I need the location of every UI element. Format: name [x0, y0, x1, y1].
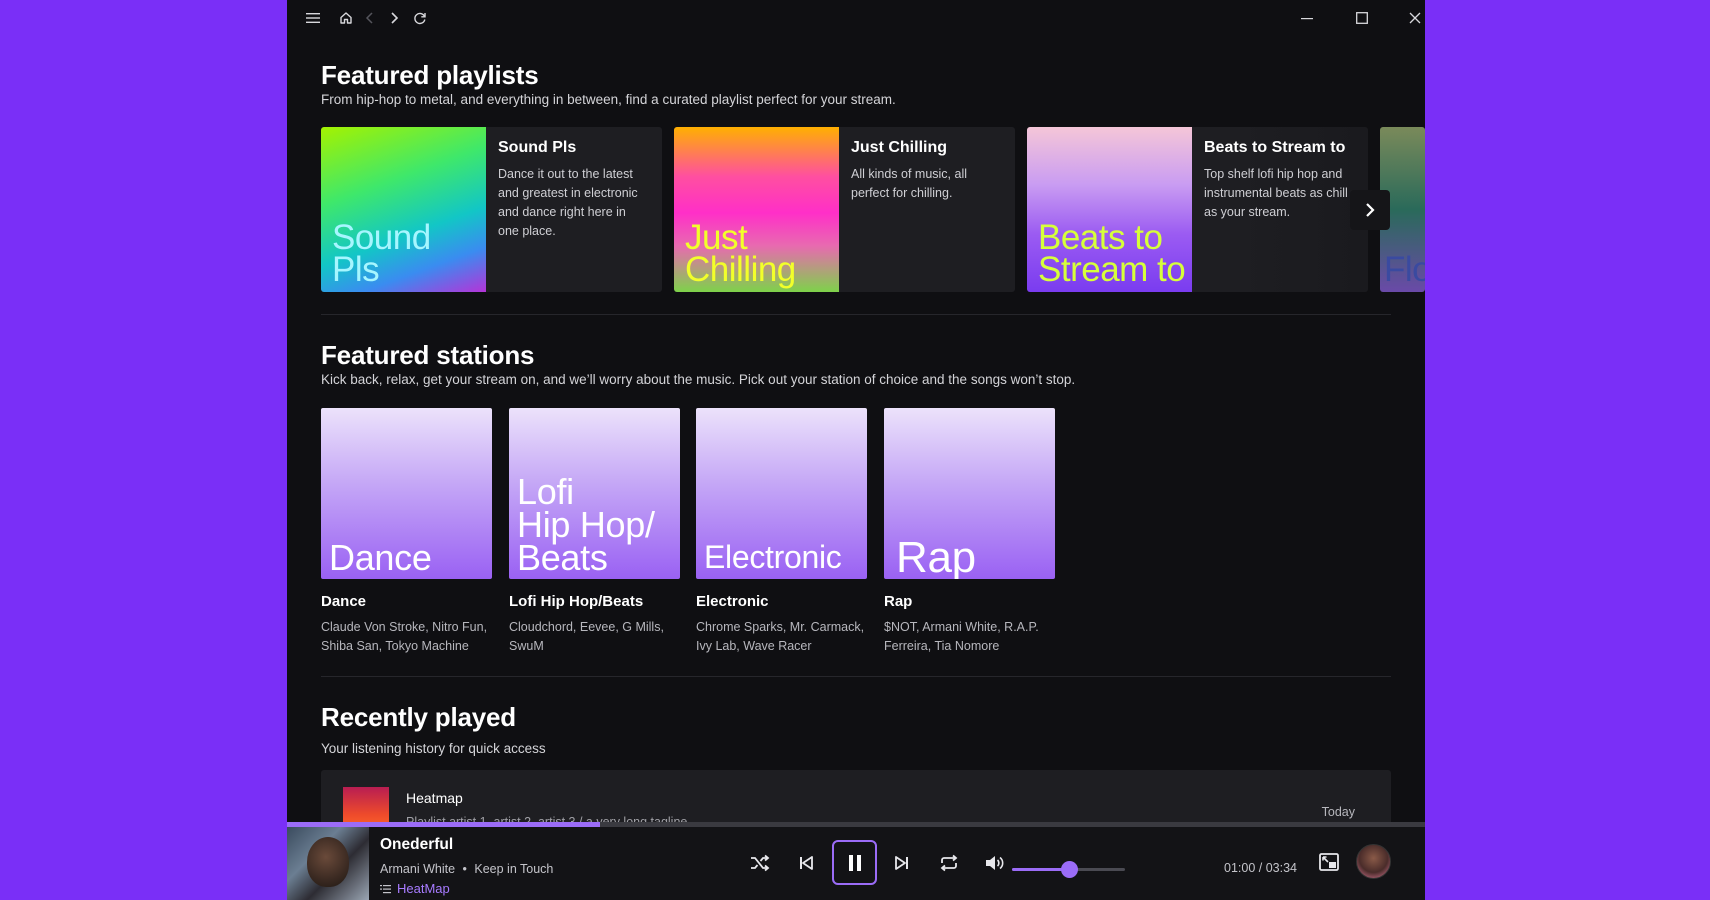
playlist-art: Just Chilling	[674, 127, 839, 292]
previous-track-icon[interactable]	[784, 841, 828, 885]
station-card[interactable]: Rap Rap $NOT, Armani White, R.A.P. Ferre…	[884, 408, 1055, 656]
maximize-icon[interactable]	[1342, 4, 1382, 32]
close-icon[interactable]	[1395, 4, 1425, 32]
volume-slider-handle[interactable]	[1060, 861, 1078, 878]
station-art: Dance	[321, 408, 492, 579]
queue-list-icon	[380, 884, 391, 893]
station-title: Lofi Hip Hop/Beats	[509, 593, 644, 610]
shuffle-icon[interactable]	[738, 841, 782, 885]
station-artists: Cloudchord, Eevee, G Mills, SwuM	[509, 620, 664, 653]
album-art[interactable]	[287, 827, 369, 900]
featured-playlists-subtitle: From hip-hop to metal, and everything in…	[321, 92, 896, 107]
pause-button[interactable]	[832, 840, 877, 885]
menu-icon[interactable]	[302, 7, 324, 29]
playlist-art: Sound Pls	[321, 127, 486, 292]
title-bar	[287, 0, 1425, 34]
station-art-line: Electronic	[704, 539, 842, 575]
playlist-title: Sound Pls	[498, 139, 577, 156]
track-title[interactable]: Onederful	[380, 836, 453, 854]
track-album[interactable]: Keep in Touch	[474, 862, 553, 876]
app-window: Featured playlists From hip-hop to metal…	[287, 0, 1425, 900]
section-divider	[321, 676, 1391, 677]
playback-time: 01:00 / 03:34	[1224, 861, 1297, 875]
recently-played-heading: Recently played	[321, 702, 516, 732]
track-meta-separator: •	[462, 862, 467, 876]
track-artist[interactable]: Armani White	[380, 862, 455, 876]
playlist-card[interactable]: Just Chilling Just Chilling All kinds of…	[674, 127, 1015, 292]
minimize-icon[interactable]	[1287, 4, 1327, 32]
station-artists: $NOT, Armani White, R.A.P. Ferreira, Tia…	[884, 620, 1039, 653]
track-meta: Armani White • Keep in Touch	[380, 862, 553, 876]
station-card[interactable]: Lofi Hip Hop/ Beats Lofi Hip Hop/Beats C…	[509, 408, 680, 656]
station-artists: Claude Von Stroke, Nitro Fun, Shiba San,…	[321, 620, 488, 653]
player-bar: Onederful Armani White • Keep in Touch H…	[287, 827, 1425, 900]
next-track-icon[interactable]	[880, 841, 924, 885]
station-title: Dance	[321, 593, 367, 610]
featured-stations-heading: Featured stations	[321, 340, 535, 370]
section-divider	[321, 314, 1391, 315]
featured-playlists-heading: Featured playlists	[321, 60, 539, 90]
volume-slider[interactable]	[1012, 861, 1125, 878]
station-art-line: Rap	[896, 533, 976, 580]
station-card[interactable]: Dance Dance Claude Von Stroke, Nitro Fun…	[321, 408, 492, 656]
playlist-card[interactable]: Sound Pls Sound Pls Dance it out to the …	[321, 127, 662, 292]
back-icon[interactable]	[359, 7, 381, 29]
playlist-description: Top shelf lofi hip hop and instrumental …	[1204, 167, 1348, 219]
featured-stations-subtitle: Kick back, relax, get your stream on, an…	[321, 372, 1076, 387]
miniplayer-icon[interactable]	[1318, 851, 1342, 875]
pause-icon	[848, 854, 861, 871]
playlist-art-line: Stream to	[1038, 250, 1186, 289]
station-art: Electronic	[696, 408, 867, 579]
home-icon[interactable]	[335, 7, 357, 29]
playlist-art-line: Flo	[1384, 250, 1425, 289]
playlist-art: Beats to Stream to	[1027, 127, 1192, 292]
track-source-label: HeatMap	[397, 881, 450, 896]
station-art-line: Dance	[329, 537, 432, 578]
playlist-description: All kinds of music, all perfect for chil…	[851, 167, 968, 200]
playlist-card[interactable]: Beats to Stream to Beats to Stream to To…	[1027, 127, 1368, 292]
playlist-art-line: Chilling	[685, 250, 796, 289]
playlist-title: Beats to Stream to	[1204, 139, 1346, 156]
playlist-title: Just Chilling	[851, 139, 947, 156]
repeat-icon[interactable]	[927, 841, 971, 885]
carousel-next-button[interactable]	[1350, 190, 1390, 230]
station-artists: Chrome Sparks, Mr. Carmack, Ivy Lab, Wav…	[696, 620, 865, 653]
recent-item-date: Today	[1321, 805, 1355, 819]
chevron-right-icon	[1366, 203, 1375, 217]
station-title: Electronic	[696, 593, 769, 610]
playlist-art-line: Pls	[332, 250, 380, 289]
playlist-description: Dance it out to the latest and greatest …	[498, 167, 638, 238]
forward-icon[interactable]	[383, 7, 405, 29]
avatar[interactable]	[1356, 844, 1391, 879]
recent-item-title: Heatmap	[406, 790, 463, 806]
volume-icon[interactable]	[972, 841, 1016, 885]
recently-played-subtitle: Your listening history for quick access	[321, 741, 546, 756]
station-art: Rap	[884, 408, 1055, 579]
station-title: Rap	[884, 593, 913, 610]
refresh-icon[interactable]	[409, 7, 431, 29]
station-card[interactable]: Electronic Electronic Chrome Sparks, Mr.…	[696, 408, 867, 656]
playlist-carousel: Sound Pls Sound Pls Dance it out to the …	[321, 127, 1425, 292]
station-art-line: Beats	[517, 537, 608, 578]
track-source[interactable]: HeatMap	[380, 881, 450, 896]
station-art: Lofi Hip Hop/ Beats	[509, 408, 680, 579]
